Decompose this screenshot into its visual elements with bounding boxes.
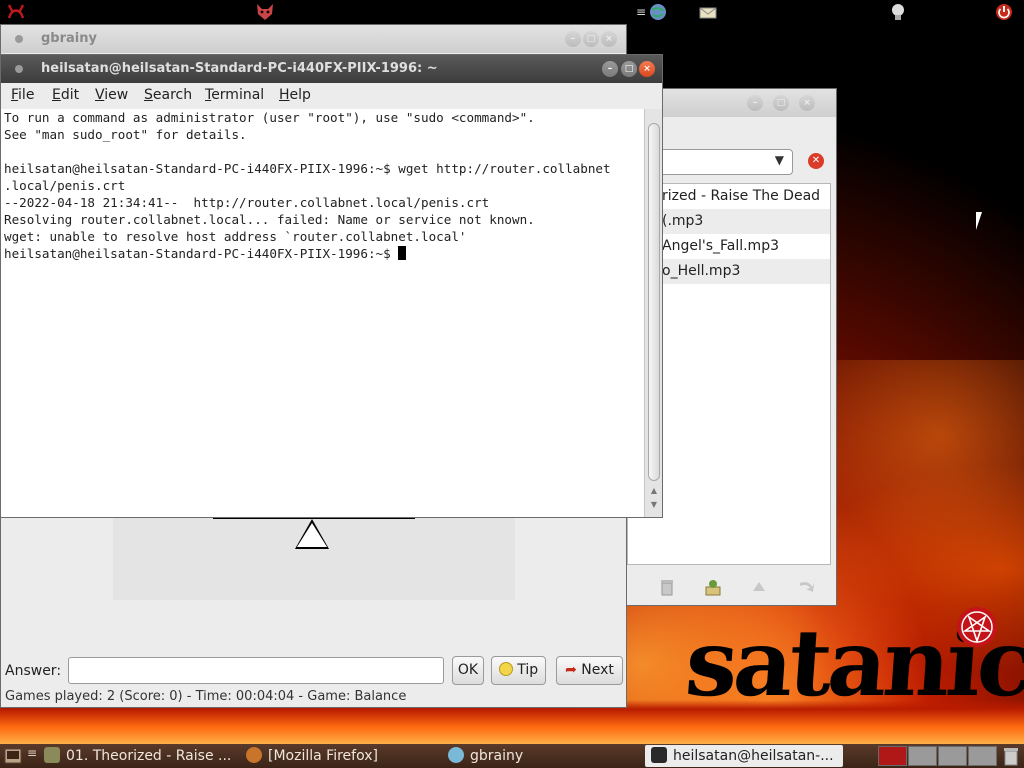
- terminal-prompt: heilsatan@heilsatan-Standard-PC-i440FX-P…: [4, 246, 399, 261]
- menu-terminal[interactable]: Terminal: [205, 87, 264, 103]
- lightbulb-icon: [498, 662, 513, 676]
- terminal-window: heilsatan@heilsatan-Standard-PC-i440FX-P…: [0, 54, 663, 518]
- power-icon[interactable]: [994, 2, 1014, 22]
- menu-help[interactable]: Help: [279, 87, 311, 103]
- workspace-1[interactable]: [878, 746, 907, 766]
- text-cursor: [398, 246, 407, 260]
- taskbar-item[interactable]: [Mozilla Firefox]: [246, 745, 432, 767]
- terminal-line: Resolving router.collabnet.local... fail…: [4, 212, 535, 227]
- bottom-panel: ≡ 01. Theorized - Raise ... [Mozilla Fir…: [0, 744, 1024, 768]
- main-menu-icon[interactable]: [6, 2, 26, 22]
- close-button[interactable]: ×: [639, 61, 655, 77]
- fox-icon[interactable]: [255, 2, 275, 22]
- taskbar-item-label: [Mozilla Firefox]: [268, 748, 378, 764]
- window-menu-icon[interactable]: [15, 65, 23, 73]
- workspace-2[interactable]: [908, 746, 937, 766]
- firefox-icon: [246, 747, 262, 763]
- workspace-3[interactable]: [938, 746, 967, 766]
- close-button[interactable]: ×: [799, 95, 815, 111]
- gbrainy-icon: [448, 747, 464, 763]
- workspace-4[interactable]: [968, 746, 997, 766]
- taskbar-item-label: 01. Theorized - Raise ...: [66, 748, 230, 764]
- terminal-title: heilsatan@heilsatan-Standard-PC-i440FX-P…: [41, 61, 438, 76]
- chevron-down-icon: ▼: [774, 153, 784, 167]
- trash-icon[interactable]: [657, 577, 677, 597]
- top-panel: ≡: [0, 0, 1024, 24]
- terminal-line: See "man sudo_root" for details.: [4, 127, 247, 142]
- menu-view[interactable]: View: [95, 87, 128, 103]
- answer-input[interactable]: [68, 657, 444, 684]
- terminal-output[interactable]: To run a command as administrator (user …: [1, 109, 644, 517]
- mail-icon[interactable]: [698, 2, 718, 22]
- taskbar-item-label: gbrainy: [470, 748, 524, 764]
- terminal-line: --2022-04-18 21:34:41-- http://router.co…: [4, 195, 490, 210]
- terminal-prompt-line: heilsatan@heilsatan-Standard-PC-i440FX-P…: [4, 245, 644, 262]
- menu-search[interactable]: Search: [144, 87, 192, 103]
- next-arrow-icon: ➦: [565, 662, 577, 678]
- wallpaper-logo: satanic: [682, 609, 1024, 717]
- scrollbar-thumb[interactable]: [648, 123, 660, 481]
- tip-button[interactable]: Tip: [491, 656, 546, 685]
- ok-button[interactable]: OK: [452, 656, 484, 685]
- mouse-pointer: [976, 212, 982, 230]
- import-icon[interactable]: [703, 577, 723, 597]
- move-up-icon[interactable]: [749, 577, 769, 597]
- music-player-icon: [44, 747, 60, 763]
- next-button[interactable]: ➦ Next: [556, 656, 623, 685]
- trash-icon[interactable]: [1002, 746, 1020, 766]
- taskbar-item[interactable]: 01. Theorized - Raise ...: [44, 745, 230, 767]
- window-menu-icon[interactable]: [15, 35, 23, 43]
- minimize-button[interactable]: –: [747, 95, 763, 111]
- menu-edit[interactable]: Edit: [52, 87, 79, 103]
- taskbar-handle-icon[interactable]: ≡: [27, 746, 37, 760]
- maximize-button[interactable]: □: [621, 61, 637, 77]
- menu-file[interactable]: File: [11, 87, 34, 103]
- network-globe-icon[interactable]: [648, 2, 668, 22]
- tray-menu-icon[interactable]: ≡: [636, 2, 646, 22]
- gbrainy-title: gbrainy: [41, 31, 97, 46]
- scroll-down-icon[interactable]: ▼: [648, 499, 660, 511]
- terminal-line: .local/penis.crt: [4, 178, 126, 193]
- tip-button-label: Tip: [517, 662, 539, 678]
- terminal-line: wget: unable to resolve host address `ro…: [4, 229, 467, 244]
- minimize-button[interactable]: –: [602, 61, 618, 77]
- clear-icon[interactable]: ✕: [808, 153, 824, 169]
- taskbar-item-label: heilsatan@heilsatan-...: [673, 748, 834, 764]
- taskbar-item[interactable]: heilsatan@heilsatan-...: [645, 745, 843, 767]
- next-button-label: Next: [581, 662, 614, 678]
- menu-bar: File Edit View Search Terminal Help: [1, 83, 662, 109]
- maximize-button[interactable]: □: [583, 31, 599, 47]
- terminal-line: heilsatan@heilsatan-Standard-PC-i440FX-P…: [4, 161, 611, 176]
- maximize-button[interactable]: □: [773, 95, 789, 111]
- terminal-titlebar[interactable]: heilsatan@heilsatan-Standard-PC-i440FX-P…: [1, 55, 662, 83]
- gbrainy-titlebar[interactable]: gbrainy – □ ×: [1, 25, 626, 53]
- balance-puzzle-drawing: [113, 515, 515, 600]
- terminal-line: To run a command as administrator (user …: [4, 110, 535, 125]
- minimize-button[interactable]: –: [565, 31, 581, 47]
- show-desktop-icon[interactable]: [4, 747, 22, 765]
- lightbulb-icon[interactable]: [888, 2, 908, 22]
- scroll-up-icon[interactable]: ▲: [648, 485, 660, 497]
- move-down-icon[interactable]: [797, 577, 817, 597]
- taskbar-item[interactable]: gbrainy: [448, 745, 634, 767]
- pentagram-icon: [957, 607, 997, 647]
- status-bar: Games played: 2 (Score: 0) - Time: 00:04…: [5, 689, 407, 704]
- terminal-icon: [651, 747, 667, 763]
- ok-button-label: OK: [457, 662, 479, 678]
- close-button[interactable]: ×: [601, 31, 617, 47]
- answer-label: Answer:: [5, 663, 62, 679]
- scrollbar[interactable]: ▲ ▼: [644, 109, 662, 517]
